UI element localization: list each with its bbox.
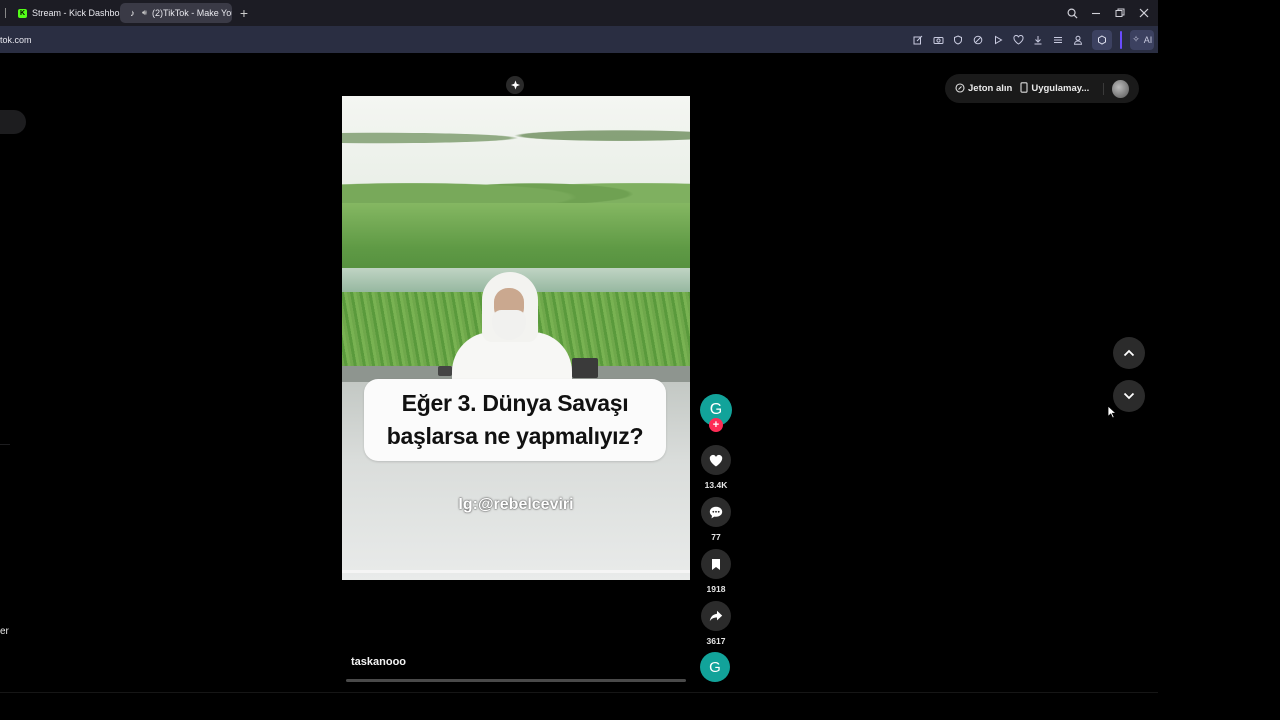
new-tab-button[interactable]: + [234,3,254,23]
search-icon[interactable] [1066,7,1078,19]
chevron-up-icon [1123,349,1135,357]
toolbar-icons: ✧ AI [912,26,1154,53]
comment-button[interactable] [701,497,731,527]
tiktok-icon: ♪ [130,8,135,18]
coin-icon [955,82,965,95]
edit-icon[interactable] [912,34,924,46]
bottom-divider [0,692,1158,693]
comment-icon [709,506,723,518]
menu-icon[interactable] [1052,34,1064,46]
like-button[interactable] [701,445,731,475]
phone-icon [1020,82,1028,95]
address-bar: tok.com ✧ AI [0,26,1158,53]
save-count: 1918 [706,584,726,594]
tab-tiktok[interactable]: ♪ 🔊︎ (2)TikTok - Make Your [120,3,232,23]
video-laptop [572,358,598,378]
save-button[interactable] [701,549,731,579]
next-video-button[interactable] [1113,380,1145,412]
share-count: 3617 [706,636,726,646]
tab-edge[interactable] [0,0,10,26]
minimize-icon[interactable] [1090,7,1102,19]
sound-avatar[interactable]: G [700,652,730,682]
like-count: 13.4K [704,480,728,490]
caption-line-1: Eğer 3. Dünya Savaşı [401,390,629,416]
speaker-icon[interactable]: 🔊︎ [142,8,147,18]
translate-icon[interactable] [972,34,984,46]
pill-divider [1103,82,1105,95]
previous-video-button[interactable] [1113,337,1145,369]
right-background [1158,0,1280,720]
share-button[interactable] [701,601,731,631]
camera-icon[interactable] [932,34,944,46]
sparkle-icon[interactable] [506,76,524,94]
play-icon[interactable] [992,34,1004,46]
browser-tab-bar: K Stream - Kick Dashboard ♪ 🔊︎ (2)TikTok… [0,0,1158,26]
extension-icon[interactable] [1092,29,1112,50]
tab-label: Stream - Kick Dashboard [32,8,120,18]
kick-icon: K [18,8,27,18]
ai-accent-bar [1120,30,1122,49]
heart-icon [709,454,723,466]
sparkle-icon: ✧ [1132,34,1140,44]
mouse-cursor-icon [1107,405,1117,419]
video-floor-line [342,570,690,573]
tab-kick-dashboard[interactable]: K Stream - Kick Dashboard [10,3,120,23]
follow-button[interactable]: + [709,418,723,432]
download-icon[interactable] [1032,34,1044,46]
sidebar-divider [0,444,10,445]
profile-icon[interactable] [1072,34,1084,46]
restore-icon[interactable] [1114,7,1126,19]
get-app-button[interactable]: Uygulamay... [1020,82,1089,95]
comment-count: 77 [711,532,721,542]
share-icon [709,610,723,622]
chevron-down-icon [1123,392,1135,400]
tab-label: (2)TikTok - Make Your [152,8,232,18]
get-app-label: Uygulamay... [1031,83,1090,94]
window-controls [1066,0,1150,26]
shield-icon[interactable] [952,34,964,46]
video-microphone [438,366,452,376]
get-coins-button[interactable]: Jeton alın [955,82,1013,95]
video-author[interactable]: taskanooo [351,656,406,668]
video-progress-bar[interactable] [346,679,686,682]
sidebar-search-fragment[interactable] [0,110,26,134]
top-actions-pill: Jeton alın Uygulamay... [945,74,1139,103]
url-field[interactable]: tok.com [0,35,32,45]
profile-avatar[interactable] [1112,79,1129,98]
caption-line-2: başlarsa ne yapmalıyız? [386,423,644,449]
video-watermark: Ig:@rebelceviri [458,496,574,513]
sidebar-text-fragment: er [0,626,9,637]
ai-label: AI [1143,34,1153,45]
bookmark-icon [712,558,720,570]
ai-button[interactable]: ✧ AI [1130,29,1154,50]
heart-icon[interactable] [1012,34,1024,46]
video-background-branches [342,126,690,150]
video-player[interactable]: Eğer 3. Dünya Savaşı başlarsa ne yapmalı… [342,96,690,580]
video-caption-box: Eğer 3. Dünya Savaşı başlarsa ne yapmalı… [364,379,666,461]
get-coins-label: Jeton alın [968,83,1013,94]
close-icon[interactable] [1138,7,1150,19]
